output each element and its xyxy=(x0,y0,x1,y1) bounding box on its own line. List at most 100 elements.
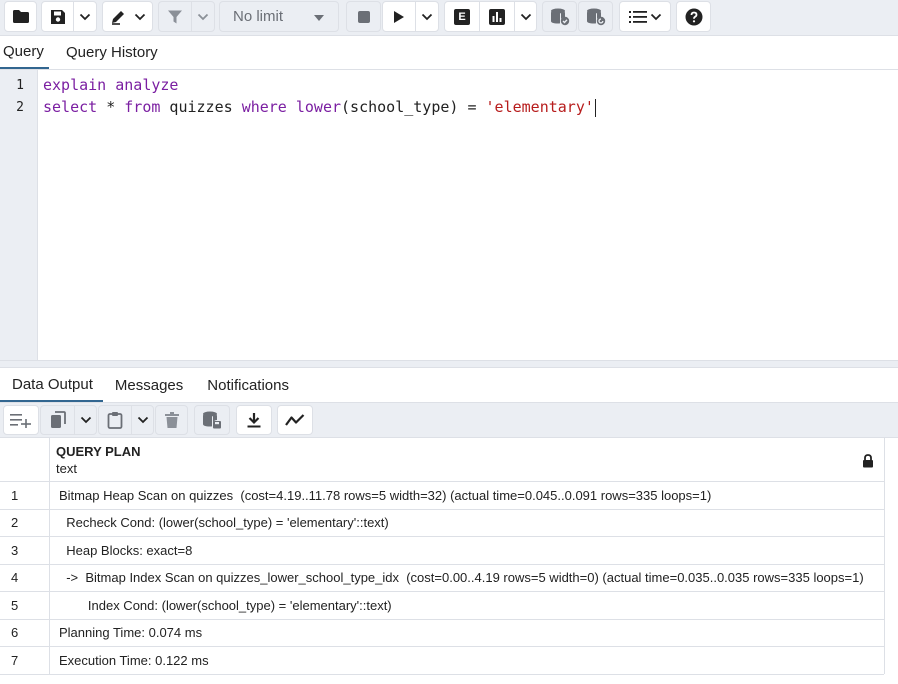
open-file-button[interactable] xyxy=(4,1,37,32)
rollback-button[interactable] xyxy=(578,1,613,32)
chevron-down-icon xyxy=(80,416,91,424)
query-plan-cell[interactable]: Recheck Cond: (lower(school_type) = 'ele… xyxy=(50,510,884,537)
cell-text: Index Cond: (lower(school_type) = 'eleme… xyxy=(59,597,392,613)
tab-messages[interactable]: Messages xyxy=(103,368,195,402)
copy-options-button[interactable] xyxy=(75,406,96,434)
code-text: quizzes xyxy=(160,98,242,116)
macros-button[interactable] xyxy=(619,1,671,32)
line-number: 2 xyxy=(16,100,24,115)
tab-notifications[interactable]: Notifications xyxy=(195,368,301,402)
row-number[interactable]: 3 xyxy=(0,537,50,564)
add-row-button[interactable] xyxy=(3,405,39,435)
grid-corner-cell[interactable] xyxy=(0,438,50,482)
column-name[interactable]: QUERY PLAN xyxy=(56,444,141,459)
execute-button[interactable] xyxy=(383,2,416,31)
query-plan-cell[interactable]: Bitmap Heap Scan on quizzes (cost=4.19..… xyxy=(50,482,884,509)
explain-options-button[interactable] xyxy=(515,2,536,31)
help-button[interactable] xyxy=(676,1,711,32)
data-grid: QUERY PLAN text 1 Bitmap Heap Scan on qu… xyxy=(0,438,898,684)
tab-messages-label: Messages xyxy=(114,376,184,394)
add-row-icon xyxy=(10,414,31,428)
save-icon xyxy=(50,9,65,24)
delete-row-button[interactable] xyxy=(155,405,188,435)
bar-chart-icon xyxy=(489,8,505,25)
copy-group xyxy=(40,405,97,435)
help-icon xyxy=(685,8,702,25)
sql-editor[interactable]: 1 2 explain analyze select * from quizze… xyxy=(0,70,898,360)
query-plan-cell[interactable]: Planning Time: 0.074 ms xyxy=(50,620,884,647)
table-row[interactable]: 5 Index Cond: (lower(school_type) = 'ele… xyxy=(0,592,884,620)
save-button[interactable] xyxy=(42,2,74,31)
row-number[interactable]: 2 xyxy=(0,509,50,536)
string-literal: 'elementary' xyxy=(485,98,594,116)
code-line-2: select * from quizzes where lower(school… xyxy=(43,98,596,117)
row-number[interactable]: 1 xyxy=(0,482,50,509)
explain-analyze-button[interactable] xyxy=(480,2,515,31)
database-save-icon xyxy=(203,411,221,429)
trash-icon xyxy=(164,412,179,428)
save-options-button[interactable] xyxy=(74,2,96,31)
table-row[interactable]: 2 Recheck Cond: (lower(school_type) = 'e… xyxy=(0,509,884,537)
keyword: select xyxy=(43,98,98,116)
code-line-1: explain analyze xyxy=(43,76,178,94)
copy-button[interactable] xyxy=(41,406,75,434)
filter-button[interactable] xyxy=(159,2,192,31)
line-number: 1 xyxy=(16,78,24,93)
play-icon xyxy=(394,10,404,23)
cell-text: Planning Time: 0.074 ms xyxy=(59,625,203,641)
save-group xyxy=(41,1,97,32)
paste-button[interactable] xyxy=(99,406,132,434)
edit-button[interactable] xyxy=(102,1,153,32)
panel-splitter[interactable] xyxy=(0,360,898,368)
download-button[interactable] xyxy=(236,405,272,435)
results-toolbar xyxy=(0,403,898,438)
table-row[interactable]: 4 -> Bitmap Index Scan on quizzes_lower_… xyxy=(0,564,884,592)
save-data-button[interactable] xyxy=(194,405,230,435)
keyword: explain xyxy=(43,76,107,94)
table-row[interactable]: 7 Execution Time: 0.122 ms xyxy=(0,647,884,675)
tab-query-history[interactable]: Query History xyxy=(66,36,158,69)
explain-icon: E xyxy=(454,8,470,25)
stop-button[interactable] xyxy=(346,1,381,32)
row-number[interactable]: 5 xyxy=(0,592,50,619)
download-icon xyxy=(247,413,261,428)
table-row[interactable]: 6 Planning Time: 0.074 ms xyxy=(0,619,884,647)
row-limit-value: No limit xyxy=(233,8,284,25)
keyword: where xyxy=(241,98,287,116)
grid-right-border xyxy=(884,438,885,674)
folder-icon xyxy=(12,10,29,23)
commit-button[interactable] xyxy=(542,1,577,32)
row-number[interactable]: 7 xyxy=(0,647,50,674)
query-plan-cell[interactable]: Index Cond: (lower(school_type) = 'eleme… xyxy=(50,592,884,619)
row-number[interactable]: 4 xyxy=(0,564,50,591)
code-text: (school_type) = xyxy=(341,98,486,116)
function-name: lower xyxy=(295,98,342,116)
table-row[interactable]: 1 Bitmap Heap Scan on quizzes (cost=4.19… xyxy=(0,482,884,510)
paste-group xyxy=(98,405,154,435)
cell-text: Recheck Cond: (lower(school_type) = 'ele… xyxy=(59,515,389,531)
cell-text: Heap Blocks: exact=8 xyxy=(59,542,193,558)
row-limit-select[interactable]: No limit xyxy=(219,1,339,32)
execute-group xyxy=(382,1,439,32)
query-plan-cell[interactable]: -> Bitmap Index Scan on quizzes_lower_sc… xyxy=(50,565,884,592)
tab-query[interactable]: Query xyxy=(0,36,49,69)
database-rollback-icon xyxy=(586,8,605,25)
explain-button[interactable]: E xyxy=(445,2,480,31)
paste-options-button[interactable] xyxy=(132,406,153,434)
keyword: analyze xyxy=(115,76,179,94)
filter-options-button[interactable] xyxy=(192,2,214,31)
execute-options-button[interactable] xyxy=(416,2,438,31)
query-plan-cell[interactable]: Execution Time: 0.122 ms xyxy=(50,647,884,674)
chevron-down-icon xyxy=(137,416,148,424)
chevron-down-icon xyxy=(421,13,433,20)
query-plan-cell[interactable]: Heap Blocks: exact=8 xyxy=(50,537,884,564)
chevron-down-icon xyxy=(79,13,91,20)
table-row[interactable]: 3 Heap Blocks: exact=8 xyxy=(0,537,884,565)
graph-visualiser-button[interactable] xyxy=(277,405,313,435)
row-number[interactable]: 6 xyxy=(0,619,50,646)
tab-data-output-label: Data Output xyxy=(12,375,93,393)
pencil-icon xyxy=(111,10,124,25)
tab-data-output[interactable]: Data Output xyxy=(0,368,103,402)
tab-query-label: Query xyxy=(3,43,44,60)
